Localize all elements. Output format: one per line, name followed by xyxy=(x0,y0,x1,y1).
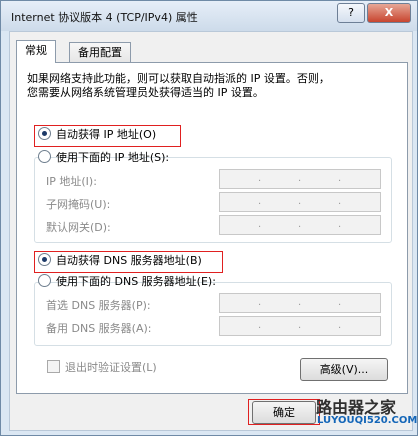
ip-address-label: IP 地址(I): xyxy=(46,175,97,188)
manual-ip-radio[interactable]: 使用下面的 IP 地址(S): xyxy=(38,149,169,167)
watermark-url: LUYOUQI520.COM xyxy=(317,415,418,426)
help-button[interactable]: ? xyxy=(337,3,365,23)
title-bar: Internet 协议版本 4 (TCP/IPv4) 属性 ? X xyxy=(1,1,417,31)
validate-settings-label: 退出时验证设置(L) xyxy=(65,361,157,374)
auto-dns-radio[interactable]: 自动获得 DNS 服务器地址(B) xyxy=(38,252,202,270)
auto-ip-label: 自动获得 IP 地址(O) xyxy=(56,128,157,141)
default-gateway-field[interactable]: ... xyxy=(219,215,381,235)
ok-button[interactable]: 确定 xyxy=(252,401,316,424)
window-title: Internet 协议版本 4 (TCP/IPv4) 属性 xyxy=(11,11,198,24)
checkbox-icon xyxy=(47,360,60,373)
ip-address-field[interactable]: ... xyxy=(219,169,381,189)
default-gateway-label: 默认网关(D): xyxy=(46,221,111,234)
dialog-window: Internet 协议版本 4 (TCP/IPv4) 属性 ? X 常规 备用配… xyxy=(0,0,418,436)
auto-ip-radio[interactable]: 自动获得 IP 地址(O) xyxy=(38,126,156,144)
preferred-dns-field[interactable]: ... xyxy=(219,293,381,313)
radio-unselected-icon xyxy=(38,150,51,163)
advanced-button[interactable]: 高级(V)... xyxy=(300,358,388,381)
tab-general[interactable]: 常规 xyxy=(16,40,56,63)
close-button[interactable]: X xyxy=(367,3,411,23)
radio-selected-icon xyxy=(38,127,51,140)
description-text: 如果网络支持此功能，则可以获取自动指派的 IP 设置。否则， 您需要从网络系统管… xyxy=(27,72,387,100)
description-line: 如果网络支持此功能，则可以获取自动指派的 IP 设置。否则， xyxy=(27,72,330,85)
manual-dns-radio[interactable]: 使用下面的 DNS 服务器地址(E): xyxy=(38,273,216,291)
subnet-mask-label: 子网掩码(U): xyxy=(46,198,111,211)
alternate-dns-field[interactable]: ... xyxy=(219,316,381,336)
tab-alternate-configuration[interactable]: 备用配置 xyxy=(69,42,131,63)
validate-settings-checkbox[interactable]: 退出时验证设置(L) xyxy=(47,359,157,375)
alternate-dns-label: 备用 DNS 服务器(A): xyxy=(46,322,152,335)
dialog-client: 常规 备用配置 如果网络支持此功能，则可以获取自动指派的 IP 设置。否则， 您… xyxy=(9,31,413,431)
auto-dns-label: 自动获得 DNS 服务器地址(B) xyxy=(56,254,202,267)
dns-settings-group xyxy=(34,282,392,346)
radio-selected-icon xyxy=(38,253,51,266)
subnet-mask-field[interactable]: ... xyxy=(219,192,381,212)
manual-dns-label: 使用下面的 DNS 服务器地址(E): xyxy=(56,275,216,288)
radio-unselected-icon xyxy=(38,274,51,287)
manual-ip-label: 使用下面的 IP 地址(S): xyxy=(56,151,170,164)
description-line: 您需要从网络系统管理员处获得适当的 IP 设置。 xyxy=(27,86,264,99)
preferred-dns-label: 首选 DNS 服务器(P): xyxy=(46,299,151,312)
